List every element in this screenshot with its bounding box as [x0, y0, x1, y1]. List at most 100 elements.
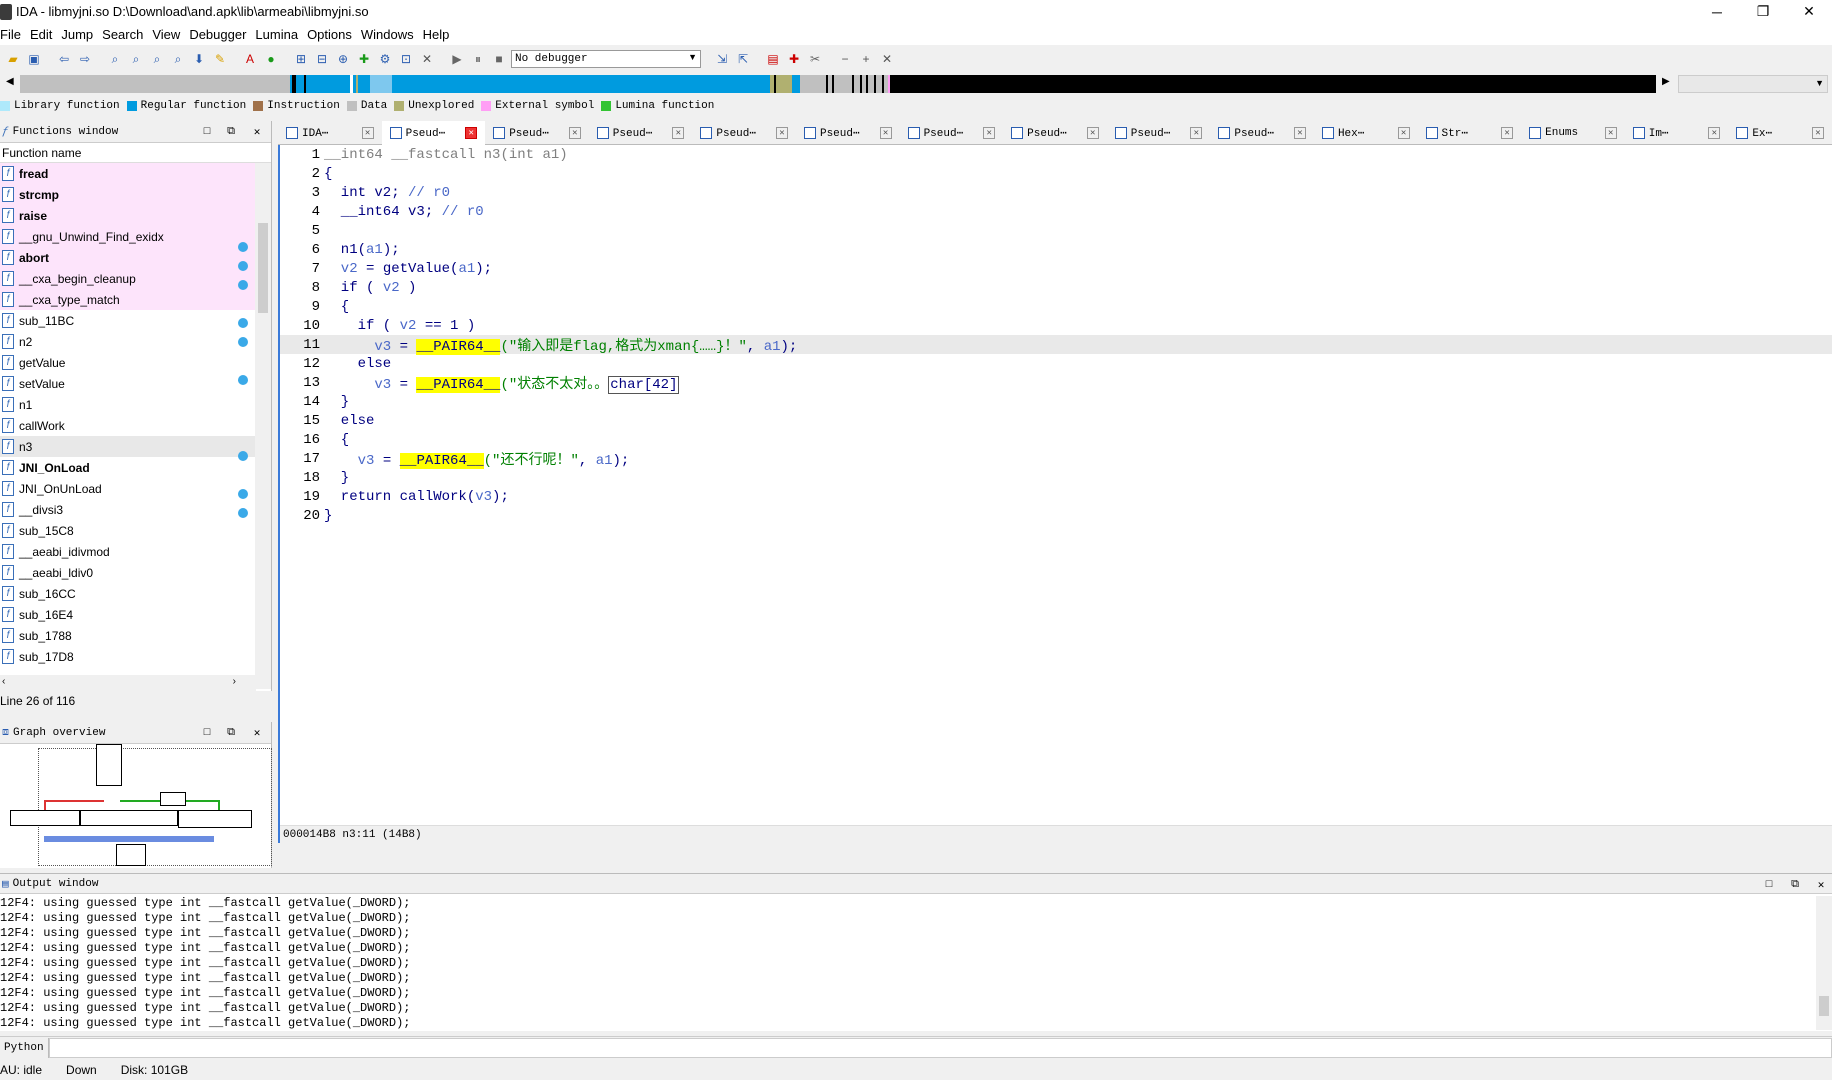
- zoom-in-icon[interactable]: +: [857, 50, 875, 68]
- function-item[interactable]: f strcmp: [0, 184, 271, 205]
- cli-language-button[interactable]: Python: [0, 1037, 49, 1058]
- functions-horizontal-scrollbar[interactable]: ‹ ›: [0, 675, 256, 691]
- menu-options[interactable]: Options: [307, 27, 361, 42]
- breakpoint-dot-icon[interactable]: [238, 336, 248, 347]
- menu-search[interactable]: Search: [102, 27, 152, 42]
- breakpoint-dot-icon[interactable]: [238, 374, 248, 385]
- function-item[interactable]: f __divsi3: [0, 499, 271, 520]
- tab-close-icon[interactable]: ✕: [1708, 127, 1721, 139]
- menu-file[interactable]: File: [0, 27, 30, 42]
- breakpoints-icon[interactable]: ▤: [764, 50, 782, 68]
- close-view-icon[interactable]: ✕: [878, 50, 896, 68]
- function-item[interactable]: f sub_1788: [0, 625, 271, 646]
- function-item[interactable]: f callWork: [0, 415, 271, 436]
- tab-close-icon[interactable]: ✕: [983, 127, 996, 139]
- function-item[interactable]: f JNI_OnUnLoad: [0, 478, 271, 499]
- tab-close-icon[interactable]: ✕: [1397, 127, 1410, 139]
- menu-windows[interactable]: Windows: [361, 27, 423, 42]
- breakpoint-dot-icon[interactable]: [238, 279, 248, 290]
- editor-tab[interactable]: Pseud⋯ ✕: [381, 121, 486, 145]
- editor-tab[interactable]: IDA⋯ ✕: [278, 121, 382, 145]
- editor-tab[interactable]: Pseud⋯ ✕: [692, 121, 796, 145]
- navigation-track[interactable]: [20, 75, 1656, 93]
- editor-tab[interactable]: Pseud⋯ ✕: [1003, 121, 1107, 145]
- function-item[interactable]: f n3: [0, 436, 271, 457]
- tab-close-icon[interactable]: ✕: [465, 127, 478, 139]
- editor-tab[interactable]: Str⋯ ✕: [1418, 121, 1522, 145]
- panel-close-icon[interactable]: ✕: [248, 724, 266, 742]
- function-item[interactable]: f sub_17D8: [0, 646, 271, 667]
- tab-close-icon[interactable]: ✕: [1604, 127, 1617, 139]
- function-item[interactable]: f sub_11BC: [0, 310, 271, 331]
- search-immediate-icon[interactable]: ⌕: [148, 50, 166, 68]
- run-icon[interactable]: ▶: [448, 50, 466, 68]
- function-item[interactable]: f n2: [0, 331, 271, 352]
- function-item[interactable]: f sub_16CC: [0, 583, 271, 604]
- breakpoint-dot-icon[interactable]: [238, 260, 248, 271]
- editor-tab[interactable]: Pseud⋯ ✕: [485, 121, 589, 145]
- editor-tab[interactable]: Pseud⋯ ✕: [1107, 121, 1211, 145]
- output-vertical-scrollbar[interactable]: [1816, 896, 1832, 1030]
- function-name-column-header[interactable]: Function name: [0, 143, 271, 163]
- panel-restore-icon[interactable]: □: [1760, 876, 1778, 894]
- function-item[interactable]: f __gnu_Unwind_Find_exidx: [0, 226, 271, 247]
- create-function-icon[interactable]: ⊞: [292, 50, 310, 68]
- functions-vertical-scrollbar[interactable]: [255, 163, 271, 689]
- tab-close-icon[interactable]: ✕: [1501, 127, 1514, 139]
- pause-icon[interactable]: ⏸: [469, 50, 487, 68]
- editor-tab[interactable]: Pseud⋯ ✕: [1210, 121, 1314, 145]
- breakpoint-dot-icon[interactable]: [238, 317, 248, 328]
- menu-lumina[interactable]: Lumina: [255, 27, 307, 42]
- graph-icon[interactable]: ⊡: [397, 50, 415, 68]
- add-breakpoint-icon[interactable]: ✚: [785, 50, 803, 68]
- panel-float-icon[interactable]: ⧉: [1786, 876, 1804, 894]
- panel-restore-icon[interactable]: □: [198, 123, 216, 141]
- output-log[interactable]: 12F4: using guessed type int __fastcall …: [0, 894, 1832, 1031]
- command-input[interactable]: [48, 1037, 1832, 1058]
- tab-close-icon[interactable]: ✕: [672, 127, 685, 139]
- search-text-icon[interactable]: ⌕: [127, 50, 145, 68]
- panel-close-icon[interactable]: ✕: [1812, 876, 1830, 894]
- close-button[interactable]: ✕: [1786, 0, 1832, 23]
- editor-tab[interactable]: Ex⋯ ✕: [1728, 121, 1832, 145]
- highlighted-macro[interactable]: __PAIR64__: [416, 376, 501, 393]
- delete-icon[interactable]: ✕: [418, 50, 436, 68]
- detach-icon[interactable]: ⇱: [734, 50, 752, 68]
- tab-close-icon[interactable]: ✕: [1293, 127, 1306, 139]
- menu-edit[interactable]: Edit: [30, 27, 61, 42]
- jump-down-icon[interactable]: ⬇: [190, 50, 208, 68]
- add-struct-icon[interactable]: ⊕: [334, 50, 352, 68]
- breakpoint-dot-icon[interactable]: [238, 241, 248, 252]
- zoom-out-icon[interactable]: −: [836, 50, 854, 68]
- function-item[interactable]: f n1: [0, 394, 271, 415]
- search-binary-icon[interactable]: ⌕: [106, 50, 124, 68]
- panel-float-icon[interactable]: ⧉: [222, 724, 240, 742]
- breakpoint-dot-icon[interactable]: [238, 450, 248, 461]
- editor-tab[interactable]: Enums ✕: [1521, 121, 1625, 145]
- edit-function-icon[interactable]: ⊟: [313, 50, 331, 68]
- navigation-dropdown[interactable]: ▼: [1678, 75, 1828, 93]
- scroll-right-icon[interactable]: ›: [233, 676, 236, 687]
- attach-icon[interactable]: ⇲: [713, 50, 731, 68]
- patch-icon[interactable]: ⚙: [376, 50, 394, 68]
- menu-jump[interactable]: Jump: [61, 27, 102, 42]
- tab-close-icon[interactable]: ✕: [879, 127, 892, 139]
- graph-overview-canvas[interactable]: [0, 744, 272, 868]
- editor-tab[interactable]: Pseud⋯ ✕: [900, 121, 1004, 145]
- nav-left-arrow-icon[interactable]: ◀: [6, 76, 14, 87]
- breakpoint-dot-icon[interactable]: [238, 507, 248, 518]
- maximize-button[interactable]: ❐: [1740, 0, 1786, 23]
- editor-tab[interactable]: Hex⋯ ✕: [1314, 121, 1418, 145]
- mark-position-icon[interactable]: ✎: [211, 50, 229, 68]
- function-item[interactable]: f __cxa_type_match: [0, 289, 271, 310]
- highlighted-macro[interactable]: __PAIR64__: [399, 452, 484, 469]
- tab-close-icon[interactable]: ✕: [1086, 127, 1099, 139]
- function-item[interactable]: f raise: [0, 205, 271, 226]
- tab-close-icon[interactable]: ✕: [361, 127, 374, 139]
- text-search-icon[interactable]: A: [241, 50, 259, 68]
- breakpoint-dot-icon[interactable]: [238, 488, 248, 499]
- debugger-select[interactable]: No debugger ▼: [511, 50, 701, 68]
- editor-tab[interactable]: Pseud⋯ ✕: [589, 121, 693, 145]
- panel-close-icon[interactable]: ✕: [248, 123, 266, 141]
- editor-tab[interactable]: Pseud⋯ ✕: [796, 121, 900, 145]
